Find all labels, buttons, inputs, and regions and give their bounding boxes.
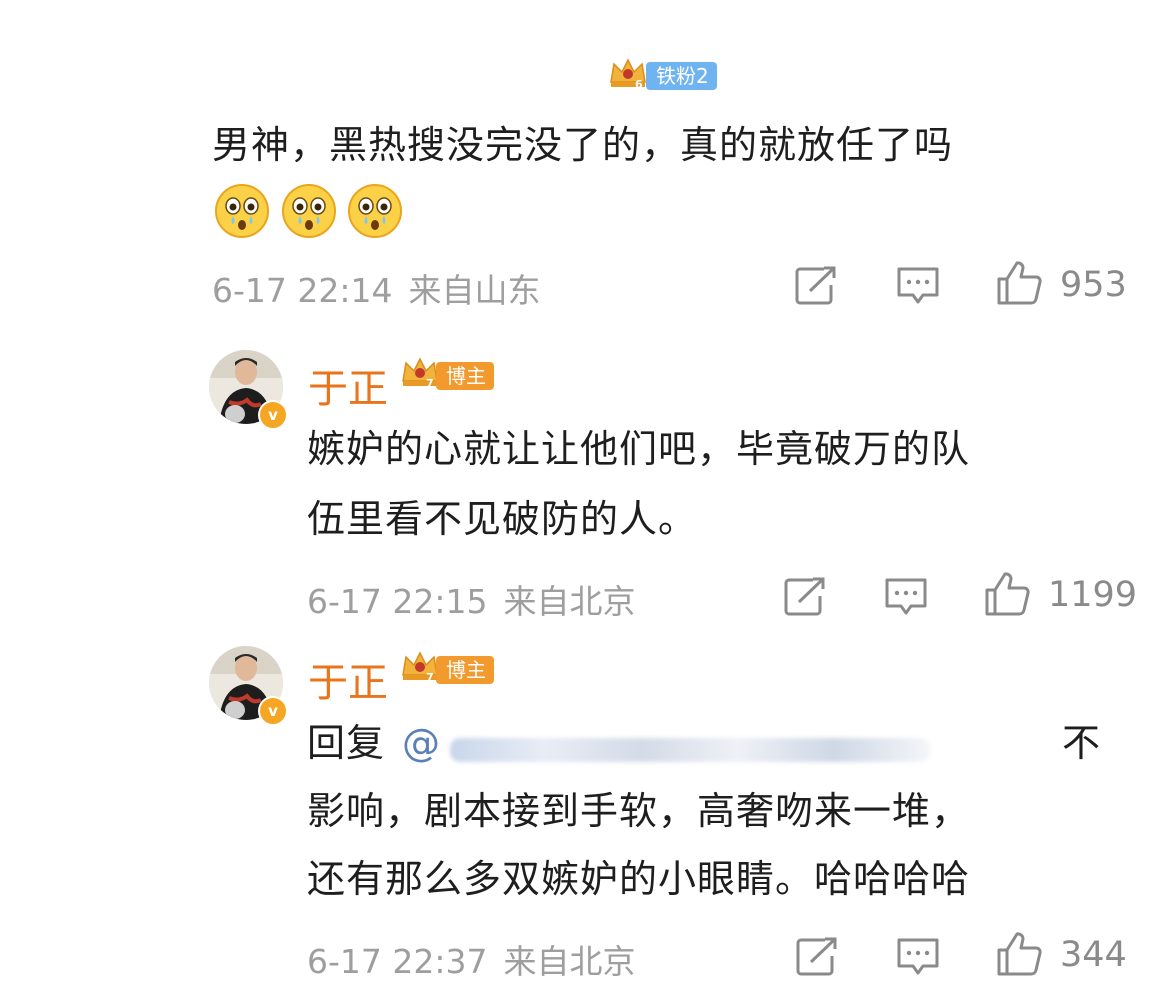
thumbs-up-icon[interactable] xyxy=(996,931,1044,977)
verified-v-icon: v xyxy=(258,400,288,430)
comment-icon[interactable] xyxy=(896,265,940,305)
comment-text: 男神，黑热搜没完没了的，真的就放任了吗 xyxy=(212,123,954,167)
comment-text-line-1-tail: 不 xyxy=(1062,721,1102,765)
comment-text-line-2: 伍里看不见破防的人。 xyxy=(307,497,698,541)
shocked-crying-emoji-icon xyxy=(348,184,402,238)
like-count: 1199 xyxy=(1048,575,1138,615)
comment-date: 6-17 22:14 xyxy=(212,271,393,310)
crown-icon: 6 xyxy=(610,58,646,90)
like-count: 344 xyxy=(1060,935,1127,975)
share-icon[interactable] xyxy=(794,265,838,305)
shocked-crying-emoji-icon xyxy=(282,184,336,238)
username[interactable]: 于正 xyxy=(308,356,388,414)
comment-location: 来自北京 xyxy=(503,942,636,981)
share-icon[interactable] xyxy=(795,936,839,976)
comment-text-line-3: 还有那么多双嫉妒的小眼睛。哈哈哈哈 xyxy=(307,857,971,901)
comment-meta: 6-17 22:14 来自山东 xyxy=(212,264,541,312)
reply-prefix: 回复 xyxy=(307,721,386,765)
comment-location: 来自北京 xyxy=(503,582,636,621)
svg-text:7: 7 xyxy=(426,377,434,389)
share-icon[interactable] xyxy=(783,576,827,616)
fan-level-badge: 铁粉2 xyxy=(646,62,717,90)
comment-date: 6-17 22:37 xyxy=(307,942,488,981)
comment-meta: 6-17 22:15 来自北京 xyxy=(307,575,636,623)
redacted-mention xyxy=(450,738,930,762)
shocked-crying-emoji-icon xyxy=(215,184,269,238)
username[interactable]: 于正 xyxy=(308,650,388,708)
comment-text-line-2: 影响，剧本接到手软，高奢吻来一堆， xyxy=(307,789,971,833)
comment-date: 6-17 22:15 xyxy=(307,582,488,621)
host-badge: 博主 xyxy=(436,656,494,684)
mention-link[interactable]: @ xyxy=(402,708,441,778)
comment-icon[interactable] xyxy=(884,576,928,616)
comment-location: 来自山东 xyxy=(408,271,541,310)
thumbs-up-icon[interactable] xyxy=(984,571,1032,617)
comment-meta: 6-17 22:37 来自北京 xyxy=(307,935,636,983)
verified-v-icon: v xyxy=(258,696,288,726)
crown-icon: 7 xyxy=(402,651,438,683)
host-badge: 博主 xyxy=(436,362,494,390)
comment-icon[interactable] xyxy=(896,936,940,976)
comment-text-line-1: 嫉妒的心就让让他们吧，毕竟破万的队 xyxy=(307,427,971,471)
thumbs-up-icon[interactable] xyxy=(996,260,1044,306)
like-count: 953 xyxy=(1060,265,1127,305)
svg-text:6: 6 xyxy=(635,78,643,90)
svg-text:7: 7 xyxy=(426,671,434,683)
crown-icon: 7 xyxy=(402,357,438,389)
